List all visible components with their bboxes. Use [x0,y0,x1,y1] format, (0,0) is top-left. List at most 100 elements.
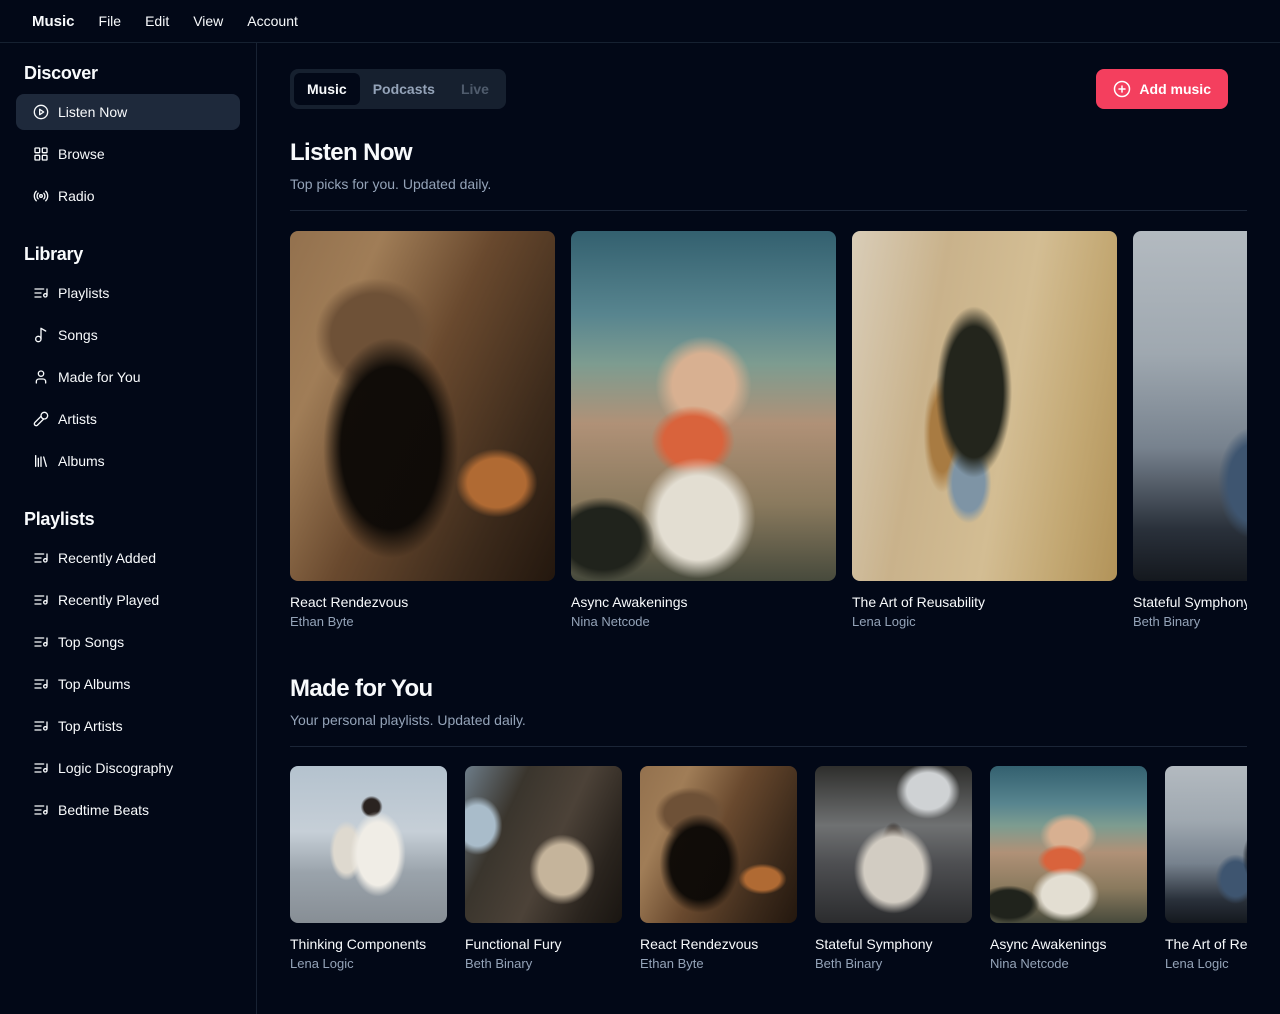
album-title: The Art of Reusability [852,594,1117,611]
sidebar-item-radio[interactable]: Radio [16,178,240,214]
album-art-functional-fury [465,766,622,923]
sidebar-item-label: Radio [58,189,95,203]
section-subtitle: Top picks for you. Updated daily. [290,174,1280,194]
sidebar-item-recently-played[interactable]: Recently Played [16,582,240,618]
list-music-icon [33,634,49,650]
album-art-thinking-components [290,766,447,923]
microphone-icon [33,411,49,427]
album-card[interactable]: Async Awakenings Nina Netcode [990,766,1147,972]
album-artist: Ethan Byte [640,956,797,972]
album-art-art-of-reusability [1165,766,1247,923]
album-row-made-for-you: Thinking Components Lena Logic Functiona… [290,766,1247,972]
content-header: Music Podcasts Live Add music [290,69,1228,109]
album-artist: Lena Logic [1165,956,1247,972]
album-title: React Rendezvous [290,594,555,611]
album-artist: Lena Logic [290,956,447,972]
album-art-async-awakenings [990,766,1147,923]
list-music-icon [33,718,49,734]
sidebar-item-label: Songs [58,328,98,342]
album-card[interactable]: Stateful Symphony Beth Binary [815,766,972,972]
album-title: Stateful Symphony [1133,594,1247,611]
sidebar-item-albums[interactable]: Albums [16,443,240,479]
album-card[interactable]: The Art of Reusability Lena Logic [852,231,1117,630]
album-art-stateful-symphony [1133,231,1247,581]
menu-file[interactable]: File [87,6,134,36]
sidebar-item-label: Bedtime Beats [58,803,149,817]
add-music-label: Add music [1139,82,1211,96]
sidebar-item-logic-discography[interactable]: Logic Discography [16,750,240,786]
user-icon [33,369,49,385]
list-music-icon [33,592,49,608]
sidebar-item-label: Browse [58,147,105,161]
sidebar-section-discover: Discover Listen Now Browse Radio [16,63,240,214]
play-circle-icon [33,104,49,120]
sidebar-item-recently-added[interactable]: Recently Added [16,540,240,576]
album-card[interactable]: Thinking Components Lena Logic [290,766,447,972]
list-music-icon [33,550,49,566]
sidebar-item-songs[interactable]: Songs [16,317,240,353]
album-artist: Lena Logic [852,614,1117,630]
listen-now-section: Listen Now Top picks for you. Updated da… [290,140,1280,630]
sidebar-item-browse[interactable]: Browse [16,136,240,172]
list-music-icon [33,760,49,776]
sidebar-item-top-artists[interactable]: Top Artists [16,708,240,744]
separator [290,746,1247,747]
menu-music[interactable]: Music [20,6,87,37]
album-title: Thinking Components [290,936,447,953]
album-artist: Beth Binary [465,956,622,972]
album-card[interactable]: Functional Fury Beth Binary [465,766,622,972]
album-art-stateful-symphony [815,766,972,923]
album-artist: Beth Binary [815,956,972,972]
album-artist: Nina Netcode [990,956,1147,972]
section-subtitle: Your personal playlists. Updated daily. [290,710,1280,730]
menu-view[interactable]: View [181,6,235,36]
sidebar-item-label: Top Albums [58,677,130,691]
plus-circle-icon [1113,80,1131,98]
main-content: Music Podcasts Live Add music Listen Now… [257,43,1280,1014]
separator [290,210,1247,211]
list-music-icon [33,285,49,301]
sidebar-item-playlists[interactable]: Playlists [16,275,240,311]
sidebar-section-library: Library Playlists Songs Made for You Art… [16,244,240,479]
menu-account[interactable]: Account [235,6,310,36]
menu-edit[interactable]: Edit [133,6,181,36]
sidebar-item-label: Albums [58,454,105,468]
music-note-icon [33,327,49,343]
sidebar-item-listen-now[interactable]: Listen Now [16,94,240,130]
sidebar-item-label: Playlists [58,286,109,300]
sidebar-section-title: Library [24,244,240,265]
music-app-window: Music File Edit View Account Discover Li… [0,0,1280,1014]
album-card[interactable]: Stateful Symphony Beth Binary [1133,231,1247,630]
album-card[interactable]: Async Awakenings Nina Netcode [571,231,836,630]
tab-live[interactable]: Live [448,73,502,105]
sidebar-item-top-albums[interactable]: Top Albums [16,666,240,702]
sidebar-section-title: Playlists [24,509,240,530]
sidebar-item-label: Listen Now [58,105,127,119]
library-icon [33,453,49,469]
section-title: Listen Now [290,140,1280,166]
sidebar-item-made-for-you[interactable]: Made for You [16,359,240,395]
add-music-button[interactable]: Add music [1096,69,1228,109]
radio-icon [33,188,49,204]
sidebar-section-playlists: Playlists Recently Added Recently Played… [16,509,240,828]
sidebar-item-top-songs[interactable]: Top Songs [16,624,240,660]
album-artist: Ethan Byte [290,614,555,630]
content-tabs: Music Podcasts Live [290,69,506,109]
sidebar-item-bedtime-beats[interactable]: Bedtime Beats [16,792,240,828]
album-title: Stateful Symphony [815,936,972,953]
sidebar-item-label: Logic Discography [58,761,173,775]
tab-podcasts[interactable]: Podcasts [360,73,448,105]
sidebar-item-label: Recently Added [58,551,156,565]
album-artist: Beth Binary [1133,614,1247,630]
album-card[interactable]: React Rendezvous Ethan Byte [290,231,555,630]
sidebar-section-title: Discover [24,63,240,84]
tab-music[interactable]: Music [294,73,360,105]
album-art-react-rendezvous [290,231,555,581]
list-music-icon [33,676,49,692]
album-card[interactable]: The Art of Reusability Lena Logic [1165,766,1247,972]
album-title: Async Awakenings [990,936,1147,953]
sidebar-item-artists[interactable]: Artists [16,401,240,437]
album-card[interactable]: React Rendezvous Ethan Byte [640,766,797,972]
sidebar: Discover Listen Now Browse Radio Library [0,43,257,1014]
menubar: Music File Edit View Account [0,0,1280,43]
